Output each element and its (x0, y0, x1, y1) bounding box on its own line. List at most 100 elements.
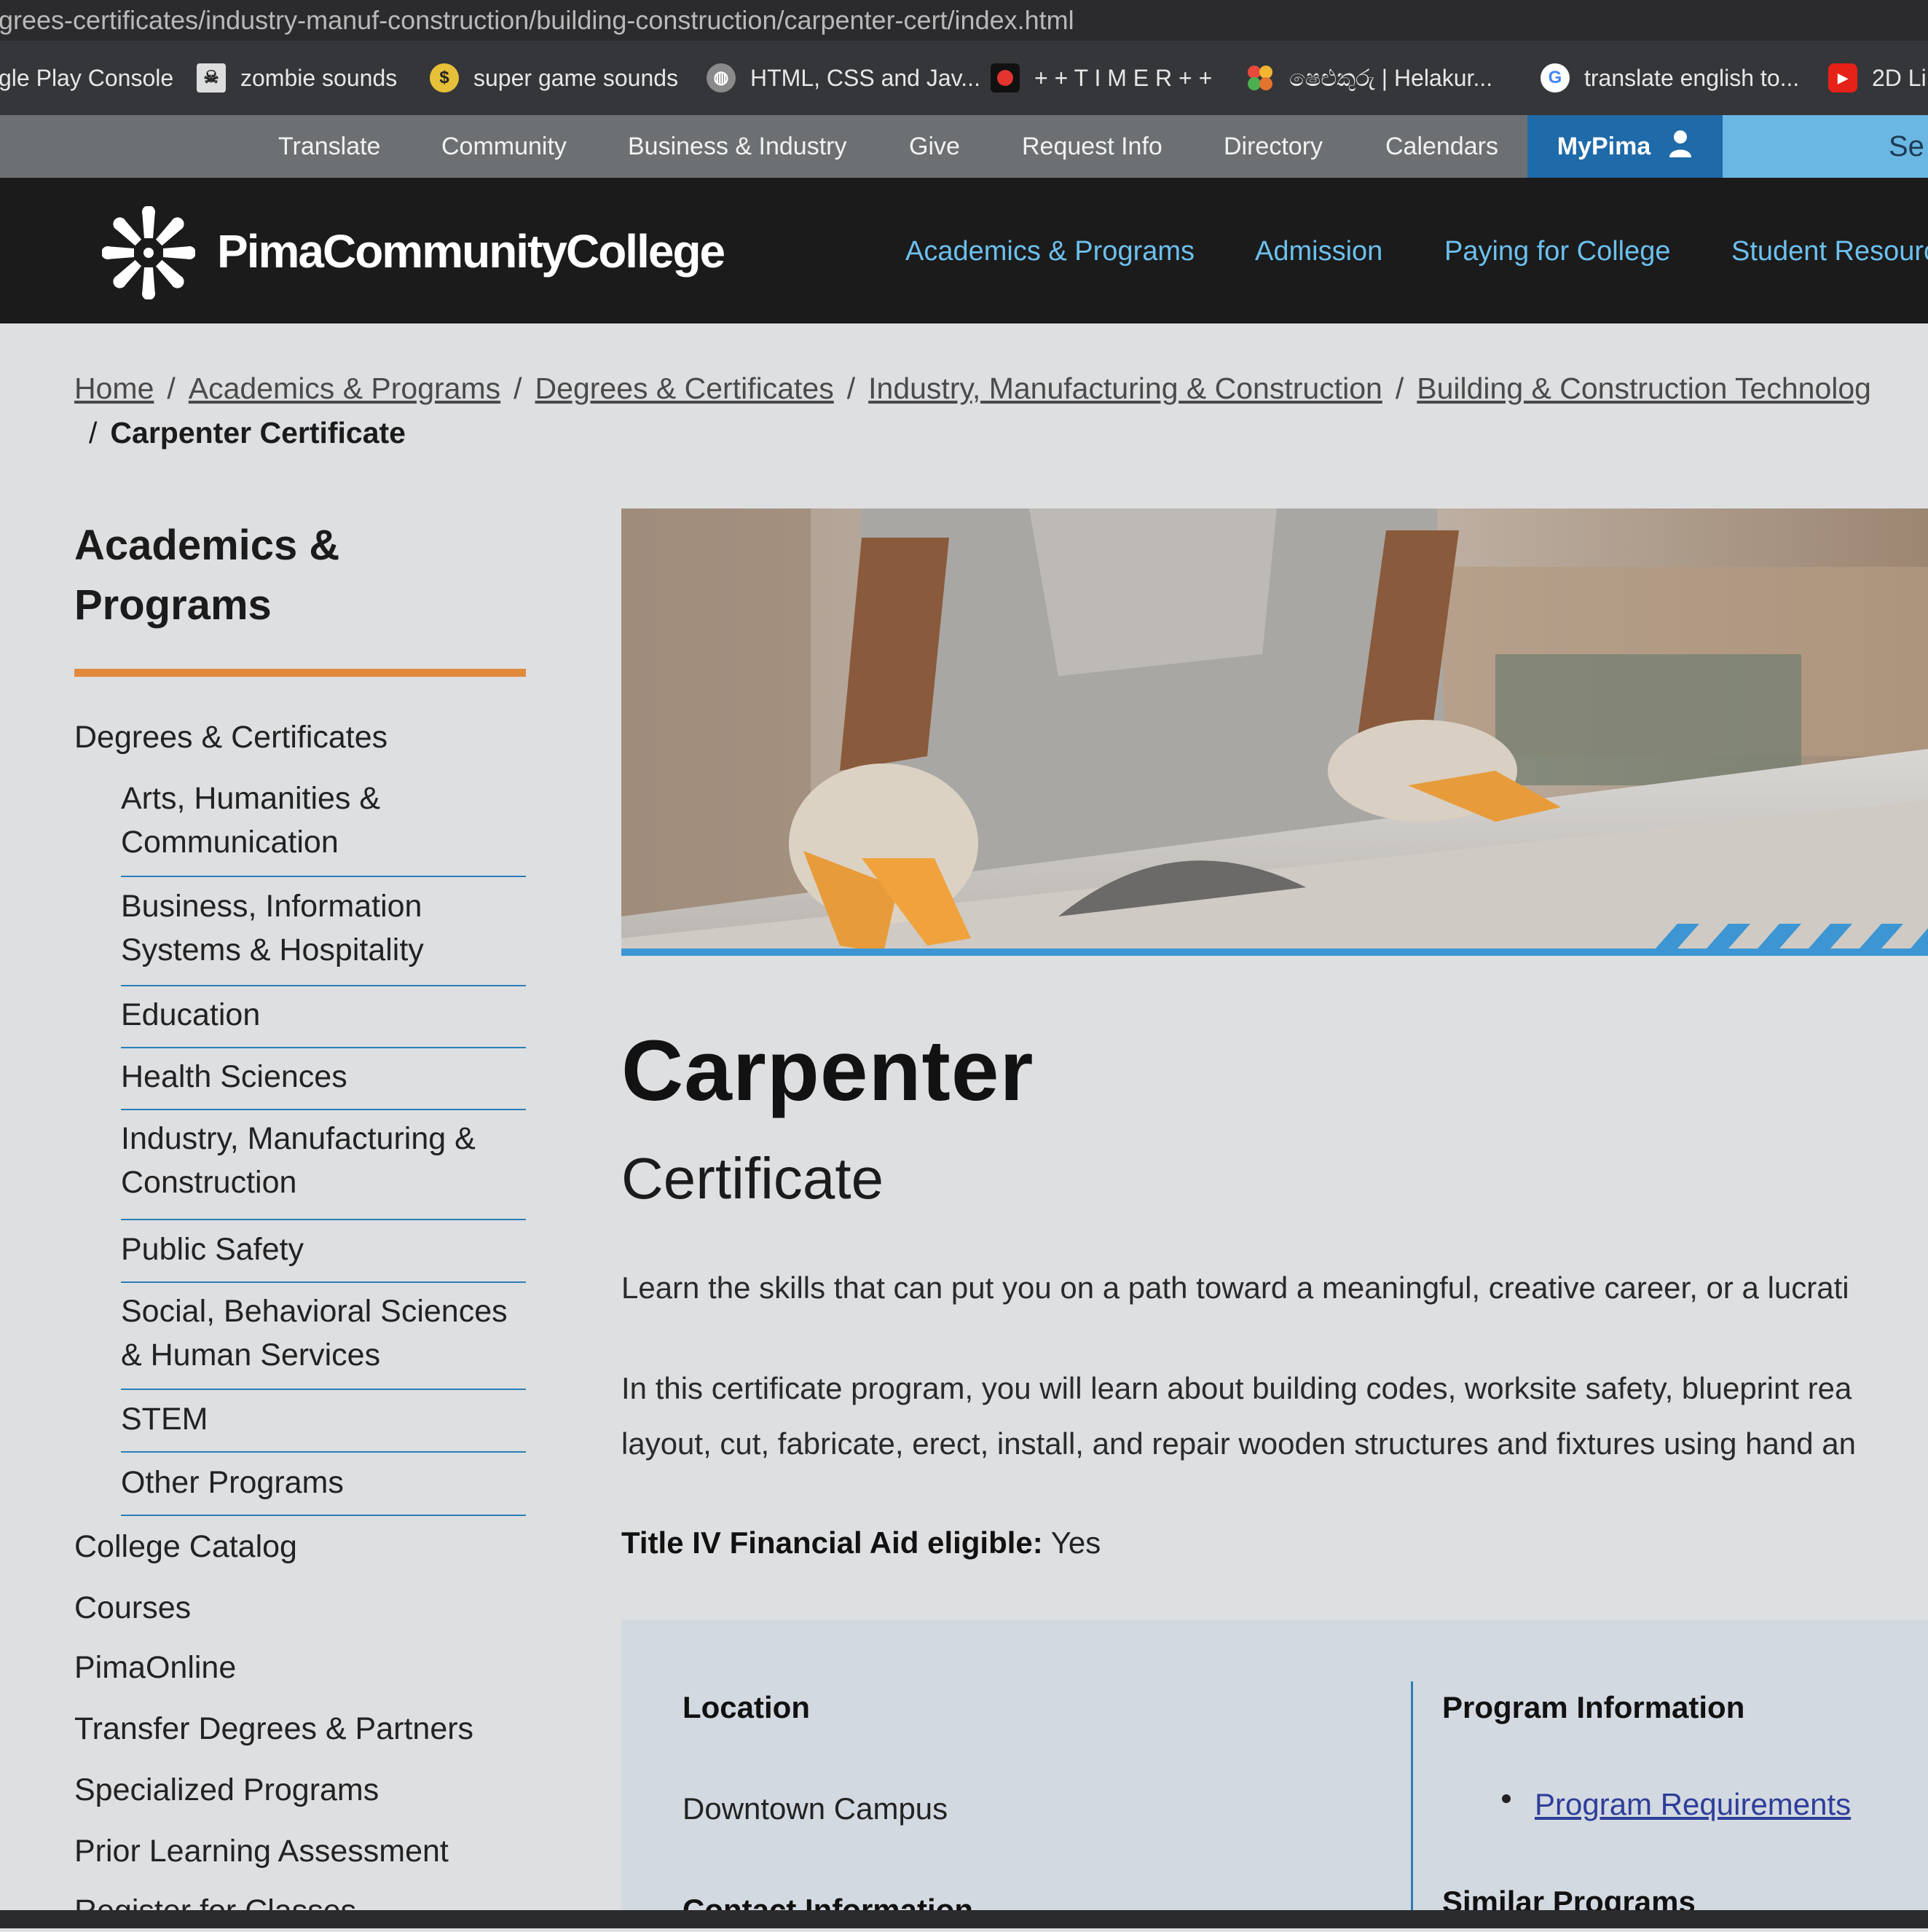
sidebar-item-business[interactable]: Business, Information Systems & Hospital… (121, 884, 526, 986)
mypima-label: MyPima (1557, 132, 1651, 160)
bookmark-label: + + T I M E R + + (1034, 65, 1213, 91)
breadcrumb-current-label: Carpenter Certificate (110, 416, 406, 449)
sidebar-item-label: Public Safety (121, 1232, 304, 1267)
sidebar-item-education[interactable]: Education (121, 993, 526, 1048)
nav-student-resources[interactable]: Student Resourc (1731, 235, 1928, 268)
sidebar-item-courses[interactable]: Courses (74, 1587, 191, 1629)
breadcrumb-home[interactable]: Home (74, 372, 154, 405)
search-label: Se (1889, 130, 1924, 162)
sidebar-item-college-catalog[interactable]: College Catalog (74, 1525, 297, 1568)
bookmark-label: 2D Li (1872, 65, 1927, 91)
sidebar-item-stem[interactable]: STEM (121, 1397, 526, 1453)
bookmark-translate[interactable]: G translate english to... (1541, 41, 1799, 115)
intro-paragraph: Learn the skills that can put you on a p… (621, 1271, 1849, 1305)
bookmark-label: ෂෙළුකුරු | Helakur... (1289, 65, 1493, 91)
nav-paying-for-college[interactable]: Paying for College (1444, 235, 1671, 268)
sidebar-item-degrees-certificates[interactable]: Degrees & Certificates (74, 716, 387, 758)
bookmark-label: HTML, CSS and Jav... (750, 65, 980, 91)
util-calendars[interactable]: Calendars (1385, 115, 1498, 178)
google-icon: G (1541, 63, 1570, 93)
sidebar-title: Academics & Programs (74, 516, 540, 635)
page-subtitle: Certificate (621, 1146, 884, 1211)
hero-image (621, 508, 1928, 956)
sidebar-item-label: Systems & Hospitality (121, 932, 424, 967)
sidebar-item-prior-learning[interactable]: Prior Learning Assessment (74, 1830, 449, 1872)
sidebar-item-label: Other Programs (121, 1465, 344, 1500)
location-value: Downtown Campus (682, 1791, 948, 1826)
bookmark-super-game-sounds[interactable]: $ super game sounds (430, 41, 678, 115)
nav-admission[interactable]: Admission (1255, 235, 1382, 268)
page-title: Carpenter (621, 1023, 1034, 1119)
sidebar-item-label: Social, Behavioral Sciences (121, 1294, 508, 1329)
bookmark-2d[interactable]: ▶ 2D Li (1828, 41, 1927, 115)
bookmark-label: super game sounds (473, 65, 679, 91)
nav-academics-programs[interactable]: Academics & Programs (905, 235, 1195, 268)
zombie-icon: ☠ (197, 63, 226, 93)
location-heading: Location (682, 1690, 810, 1724)
util-request-info[interactable]: Request Info (1022, 115, 1162, 178)
sidebar-title-line: Programs (74, 581, 272, 629)
info-divider (1411, 1681, 1413, 1928)
bookmark-label: translate english to... (1584, 65, 1800, 91)
window-bottom-edge (0, 1910, 1928, 1928)
breadcrumb-academics[interactable]: Academics & Programs (189, 372, 500, 405)
sidebar-item-transfer[interactable]: Transfer Degrees & Partners (74, 1708, 473, 1750)
bookmark-zombie-sounds[interactable]: ☠ zombie sounds (197, 41, 397, 115)
bookmark-timer[interactable]: + + T I M E R + + (991, 41, 1212, 115)
util-directory[interactable]: Directory (1224, 115, 1323, 178)
mypima-button[interactable]: MyPima (1527, 115, 1723, 178)
sidebar-item-other[interactable]: Other Programs (121, 1461, 526, 1516)
breadcrumb-separator: / (514, 372, 522, 405)
sidebar-item-public-safety[interactable]: Public Safety (121, 1228, 526, 1283)
sidebar-item-label: STEM (121, 1402, 208, 1437)
breadcrumb-separator: / (89, 416, 98, 449)
sidebar-item-label: Communication (121, 825, 339, 860)
bookmark-label: gle Play Console (0, 65, 174, 91)
util-community[interactable]: Community (441, 115, 567, 178)
bookmark-helakuru[interactable]: ෂෙළුකුරු | Helakur... (1246, 41, 1492, 115)
globe-icon: ◍ (707, 63, 736, 93)
body-paragraph: In this certificate program, you will le… (621, 1361, 1928, 1472)
financial-aid-label: Title IV Financial Aid eligible: (621, 1525, 1043, 1560)
program-info-heading: Program Information (1442, 1690, 1745, 1724)
breadcrumb-separator: / (846, 372, 856, 405)
body-line: In this certificate program, you will le… (621, 1371, 1852, 1405)
util-business-industry[interactable]: Business & Industry (628, 115, 846, 178)
sidebar-item-label: Health Sciences (121, 1059, 347, 1094)
breadcrumb-industry[interactable]: Industry, Manufacturing & Construction (868, 372, 1382, 405)
coin-icon: $ (430, 63, 459, 93)
sidebar-item-label: Construction (121, 1165, 297, 1200)
sidebar-item-arts[interactable]: Arts, Humanities & Communication (121, 777, 526, 877)
program-requirements-link[interactable]: Program Requirements (1535, 1784, 1851, 1825)
bookmark-label: zombie sounds (240, 65, 398, 91)
sidebar-accent-rule (74, 669, 526, 677)
sidebar-item-social[interactable]: Social, Behavioral Sciences & Human Serv… (121, 1289, 526, 1390)
sidebar-item-specialized[interactable]: Specialized Programs (74, 1769, 379, 1811)
sidebar-item-label: Business, Information (121, 889, 422, 924)
college-logo-icon[interactable] (101, 205, 196, 300)
sidebar-item-health[interactable]: Health Sciences (121, 1055, 526, 1110)
bookmarks-bar: gle Play Console ☠ zombie sounds $ super… (0, 41, 1928, 115)
sidebar-item-label: Arts, Humanities & (121, 781, 381, 816)
util-translate[interactable]: Translate (278, 115, 380, 178)
sidebar-item-pimaonline[interactable]: PimaOnline (74, 1646, 236, 1689)
breadcrumb-building[interactable]: Building & Construction Technolog (1417, 372, 1871, 405)
search-button[interactable]: Se (1723, 115, 1928, 178)
bookmark-play-console[interactable]: gle Play Console (0, 41, 173, 115)
sidebar-title-line: Academics & (74, 522, 340, 569)
breadcrumb-current: / Carpenter Certificate (89, 412, 406, 453)
college-logo-text[interactable]: PimaCommunityCollege (217, 222, 725, 280)
sidebar-item-label: & Human Services (121, 1338, 381, 1373)
url-text: grees-certificates/industry-manuf-constr… (0, 5, 1074, 35)
bookmark-html-css[interactable]: ◍ HTML, CSS and Jav... (707, 41, 980, 115)
body-line: layout, cut, fabricate, erect, install, … (621, 1426, 1856, 1461)
address-bar[interactable]: grees-certificates/industry-manuf-constr… (0, 0, 1928, 41)
financial-aid-status: Title IV Financial Aid eligible: Yes (621, 1521, 1101, 1565)
breadcrumb-degrees[interactable]: Degrees & Certificates (535, 372, 834, 405)
youtube-icon: ▶ (1828, 63, 1857, 93)
util-give[interactable]: Give (909, 115, 960, 178)
timer-icon (991, 63, 1020, 93)
sidebar-item-industry[interactable]: Industry, Manufacturing & Construction (121, 1117, 526, 1220)
person-icon (1668, 130, 1693, 164)
breadcrumb: Home / Academics & Programs / Degrees & Cert… (74, 368, 1871, 409)
